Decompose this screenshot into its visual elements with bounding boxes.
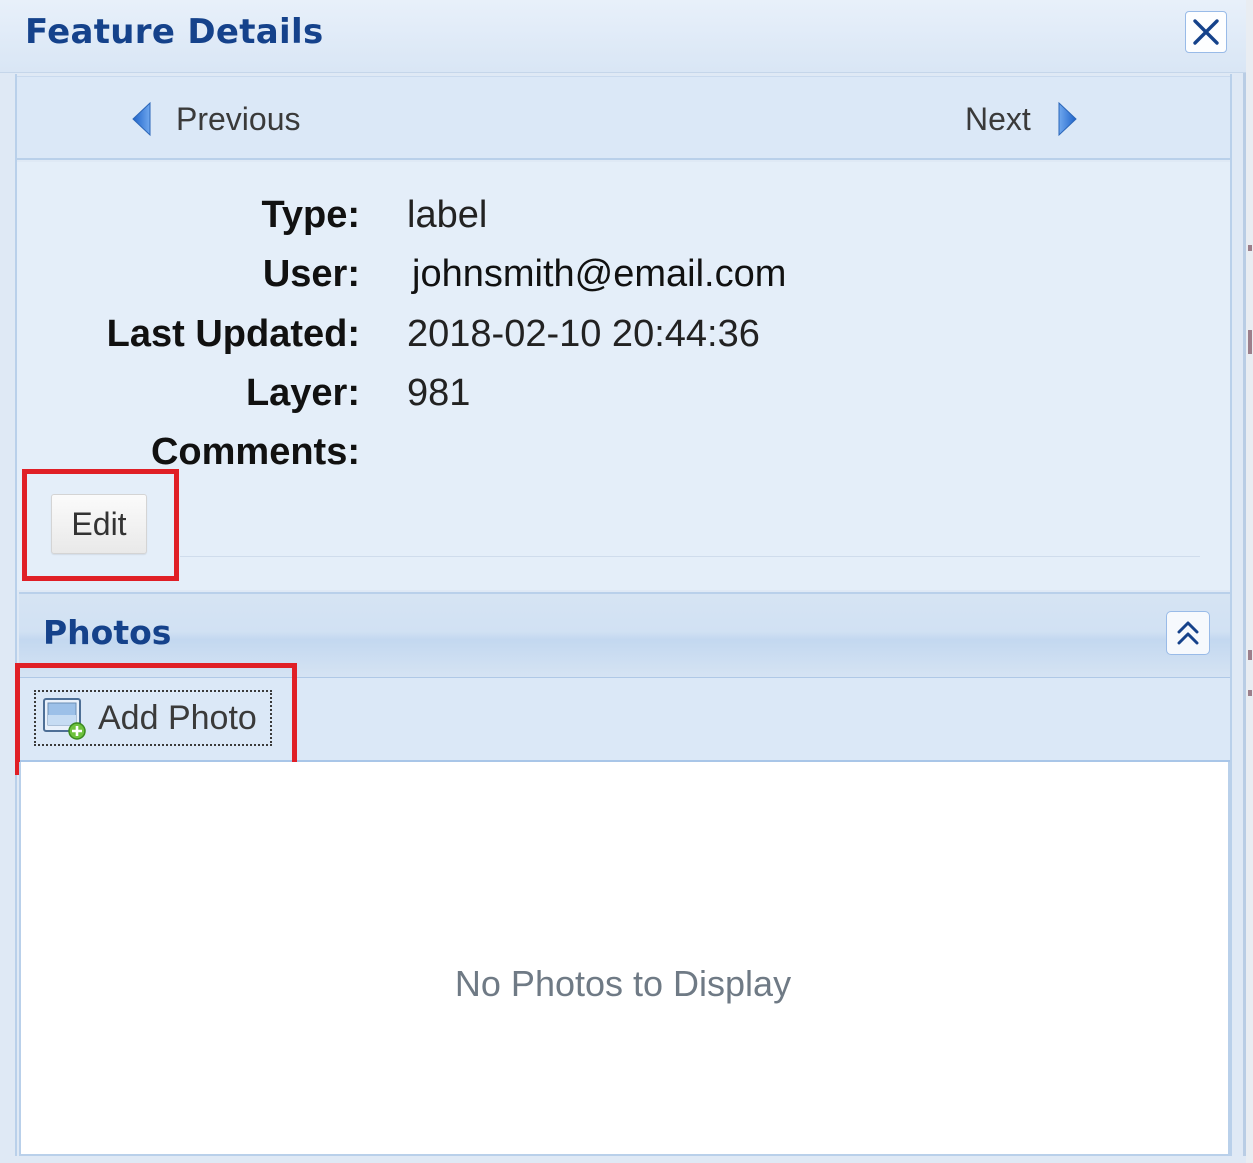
previous-button[interactable]: Previous <box>130 97 301 141</box>
layer-label: Layer: <box>245 372 360 414</box>
user-label: User: <box>262 253 360 295</box>
photo-gallery-area <box>19 762 1230 1156</box>
background-mark <box>1248 690 1252 696</box>
layer-value: 981 <box>407 372 471 414</box>
window-bottom-edge <box>0 1156 1246 1163</box>
details-panel <box>17 162 1230 590</box>
add-photo-highlight-box <box>15 663 297 775</box>
background-edge <box>1246 0 1253 1163</box>
next-label: Next <box>965 100 1031 137</box>
type-label: Type: <box>261 194 360 236</box>
background-mark <box>1248 245 1252 251</box>
background-mark <box>1248 330 1252 354</box>
background-mark <box>1248 650 1252 660</box>
collapse-photos-button[interactable] <box>1166 611 1210 655</box>
next-button[interactable]: Next <box>965 97 1079 141</box>
details-divider <box>180 556 1200 557</box>
edit-highlight-box <box>22 469 179 581</box>
type-value: label <box>407 194 488 236</box>
triangle-left-icon <box>132 101 151 137</box>
empty-photos-message: No Photos to Display <box>454 963 792 1004</box>
window-title: Feature Details <box>25 12 324 52</box>
last-updated-label: Last Updated: <box>106 313 360 355</box>
last-updated-value: 2018-02-10 20:44:36 <box>407 313 760 355</box>
comments-label: Comments: <box>150 431 360 473</box>
close-icon <box>1193 19 1219 45</box>
photos-section-title: Photos <box>43 613 172 652</box>
close-button[interactable] <box>1185 11 1227 53</box>
previous-label: Previous <box>176 100 301 137</box>
user-value: johnsmith@email.com <box>412 253 787 295</box>
double-chevron-up-icon <box>1177 621 1199 645</box>
triangle-right-icon <box>1058 101 1077 137</box>
